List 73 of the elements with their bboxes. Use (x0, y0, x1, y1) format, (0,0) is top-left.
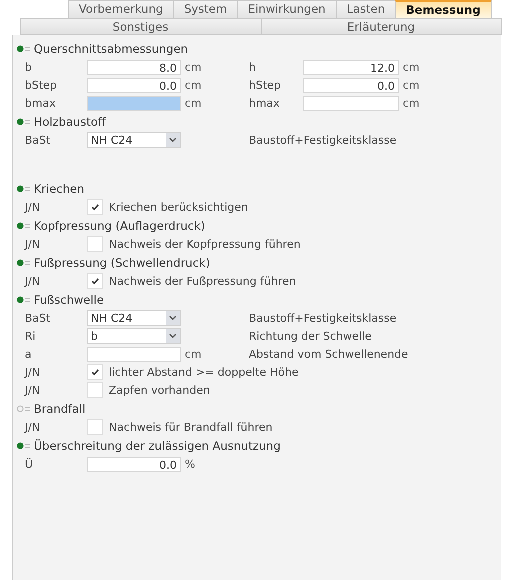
section-title: Überschreitung der zulässigen Ausnutzung (34, 438, 281, 452)
input-field[interactable]: 0.0 (303, 78, 399, 92)
field-label: Ri (25, 330, 37, 342)
description-text: Abstand vom Schwellenende (249, 348, 410, 360)
input-field[interactable] (87, 96, 181, 110)
description-text: Baustoff+Festigkeitsklasse (249, 312, 398, 324)
tab[interactable]: Sonstiges (20, 18, 262, 35)
unit-label: cm (402, 78, 421, 92)
field-label: BaSt (25, 312, 52, 324)
checkbox-label: lichter Abstand >= doppelte Höhe (109, 366, 299, 378)
field-label: BaSt (25, 134, 52, 146)
section-title: Querschnittsabmessungen (34, 42, 188, 56)
field-label: h (249, 60, 257, 74)
input-field[interactable] (87, 346, 181, 362)
field-label: a (25, 348, 33, 360)
section-title: Kopfpressung (Auflagerdruck) (34, 218, 206, 232)
unit-label: cm (184, 60, 203, 74)
checkbox-label: Nachweis der Fußpressung führen (109, 274, 296, 288)
field-label: J/N (25, 274, 42, 288)
checkbox-label: Kriechen berücksichtigen (109, 200, 248, 214)
input-field[interactable] (303, 96, 399, 110)
description-text: Richtung der Schwelle (249, 330, 373, 342)
dropdown[interactable]: NH C24 (87, 310, 181, 326)
tab[interactable]: Bemessung (395, 0, 492, 18)
checkbox-label: Nachweis für Brandfall führen (109, 420, 273, 434)
check-icon (90, 276, 100, 286)
checkbox[interactable] (87, 364, 103, 380)
unit-label: cm (402, 96, 421, 110)
checkbox[interactable] (87, 419, 103, 435)
tab[interactable]: System (173, 0, 238, 18)
section-title: Holzbaustoff (34, 114, 106, 128)
dropdown[interactable]: b (87, 328, 181, 344)
section-title: Brandfall (34, 402, 86, 416)
tab[interactable]: Erläuterung (260, 18, 502, 35)
field-label: hStep (249, 78, 282, 92)
field-label: J/N (25, 366, 42, 378)
caret-icon[interactable] (166, 133, 180, 147)
field-label: b (25, 60, 33, 74)
unit-label: cm (184, 348, 203, 360)
description-text: Baustoff+Festigkeitsklasse (249, 134, 398, 146)
input-field[interactable]: 8.0 (87, 60, 181, 74)
field-label: bmax (25, 96, 57, 110)
input-field[interactable]: 12.0 (303, 60, 399, 74)
checkbox[interactable] (87, 199, 103, 215)
unit-label: cm (184, 78, 203, 92)
dropdown[interactable]: NH C24 (87, 132, 181, 148)
tab[interactable]: Vorbemerkung (68, 0, 174, 18)
caret-icon[interactable] (166, 329, 180, 343)
unit-label: % (184, 458, 196, 470)
tab[interactable]: Lasten (336, 0, 396, 18)
field-label: J/N (25, 420, 42, 434)
checkbox[interactable] (87, 273, 103, 289)
section-title: Fußschwelle (34, 292, 104, 306)
field-label: bStep (25, 78, 58, 92)
input-field[interactable]: 0.0 (87, 78, 181, 92)
input-field[interactable]: 0.0 (87, 456, 181, 472)
caret-icon[interactable] (166, 311, 180, 325)
tab[interactable]: Einwirkungen (237, 0, 337, 18)
unit-label: cm (184, 96, 203, 110)
section-title: Fußpressung (Schwellendruck) (34, 256, 210, 270)
field-label: J/N (25, 238, 42, 250)
checkbox[interactable] (87, 236, 103, 252)
checkbox[interactable] (87, 382, 103, 398)
field-label: hmax (249, 96, 281, 110)
checkbox-label: Nachweis der Kopfpressung führen (109, 238, 301, 250)
section-title: Kriechen (34, 182, 85, 196)
checkbox-label: Zapfen vorhanden (109, 384, 210, 396)
check-icon (90, 202, 100, 212)
field-label: J/N (25, 200, 42, 214)
unit-label: cm (402, 60, 421, 74)
field-label: J/N (25, 384, 42, 396)
check-icon (90, 368, 100, 376)
field-label: Ü (25, 458, 34, 470)
